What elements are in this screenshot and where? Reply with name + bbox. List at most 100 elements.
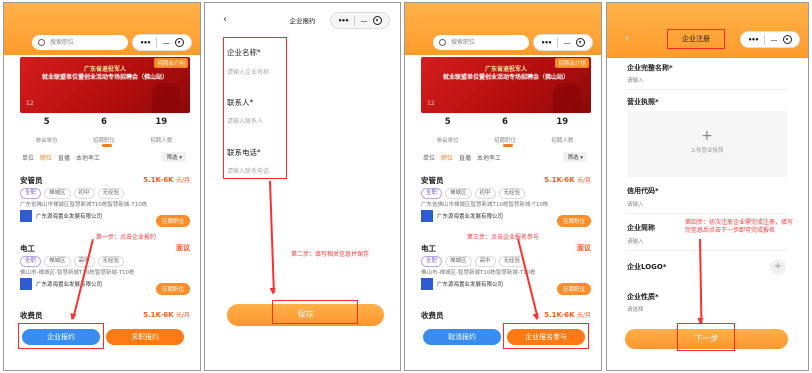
more-icon[interactable]: ••• — [748, 36, 759, 44]
full-name-input[interactable]: 请输入 — [627, 76, 644, 84]
tab-unit[interactable]: 单位 — [22, 153, 34, 162]
job-title: 电工 — [20, 244, 35, 253]
close-circle-icon[interactable] — [576, 38, 586, 47]
job-tag: 禅城区 — [44, 188, 71, 199]
close-circle-icon[interactable] — [175, 38, 185, 47]
job-card[interactable]: 收费员 5.1K-6K 元/月 — [20, 310, 190, 321]
divider — [763, 34, 765, 45]
job-card[interactable]: 安管员 5.1K-6K 元/月 全职 禅城区 初中 无经验 广东省佛山市禅城区智… — [421, 175, 591, 227]
tab-position[interactable]: 职位 — [441, 153, 453, 162]
search-icon — [439, 39, 446, 46]
nature-select[interactable]: 请选择 — [627, 305, 644, 313]
stat-item: 19 招聘人数 — [551, 117, 574, 144]
step3-note: 第三步：点击企业报名参与 — [467, 234, 540, 241]
add-logo-icon[interactable]: + — [770, 259, 786, 275]
more-icon[interactable]: ••• — [338, 17, 349, 25]
arrow-icon — [699, 238, 702, 323]
panel-step4: ‹ 企业注册 ••• — 企业完整名称* 请输入 营业执照* + 上传营业执照 信… — [606, 2, 809, 371]
short-name-input[interactable]: 请输入 — [627, 237, 644, 245]
arrow-icon — [269, 180, 275, 293]
more-icon[interactable]: ••• — [541, 39, 552, 47]
job-card[interactable]: 电工 面议 全职 禅城区 高中 无经验 佛山市-禅城区-智慧新城T10栋智慧新城… — [421, 243, 591, 295]
job-salary: 面议 — [577, 244, 591, 252]
mini-program-capsule[interactable]: ••• — — [330, 12, 390, 29]
tab-indicator — [503, 144, 513, 147]
job-address: 佛山市-禅城区-智慧新城T10栋智慧新城-T10栋 — [421, 270, 536, 276]
tutorial-canvas: 搜索职位 ••• — 招聘会介绍 广东省退役军人 就业联盟单位暨创业活动专场招聘会… — [0, 0, 812, 373]
panel-step3: 搜索职位 ••• — 招聘会介绍 广东省退役军人 就业联盟单位暨创业活动专场招聘会… — [404, 2, 602, 371]
tab-live[interactable]: 直播 — [58, 153, 70, 162]
jobseeker-reserve-button[interactable]: 求职报约 — [106, 329, 184, 345]
apply-button[interactable]: 应聘职位 — [155, 215, 190, 227]
stat-item: 5 参会单位 — [436, 117, 459, 144]
apply-button[interactable]: 应聘职位 — [556, 283, 591, 295]
stat-item: 6 招聘职位 — [92, 117, 115, 144]
event-banner[interactable]: 招聘会介绍 广东省退役军人 就业联盟单位暨创业活动专场招聘会（佛山站） 12 — [20, 57, 190, 113]
apply-button[interactable]: 应聘职位 — [155, 283, 190, 295]
filter-button[interactable]: 筛选 ▾ — [563, 152, 587, 162]
job-tags: 全职 禅城区 初中 无经验 — [421, 188, 526, 199]
job-tag: 无经验 — [97, 256, 125, 267]
close-circle-icon[interactable] — [373, 16, 383, 25]
tab-local[interactable]: 本地率工 — [477, 153, 501, 162]
job-tag: 初中 — [474, 188, 496, 199]
company-row: 广东源海置业发展有限公司 — [20, 278, 102, 290]
tab-live[interactable]: 直播 — [459, 153, 471, 162]
company-row: 广东源海置业发展有限公司 — [20, 210, 102, 222]
soldier-silhouette-icon — [553, 83, 581, 113]
company-logo-icon — [421, 210, 433, 222]
mini-program-capsule[interactable]: ••• — — [740, 31, 800, 48]
tab-local[interactable]: 本地率工 — [76, 153, 100, 162]
job-card[interactable]: 收费员 5.1K-6K 元/月 — [421, 310, 591, 321]
step2-note: 第二步：填写相关信息并保存 — [291, 251, 370, 258]
search-input[interactable]: 搜索职位 — [32, 35, 128, 50]
full-name-label: 企业完整名称* — [627, 64, 673, 72]
filter-button[interactable]: 筛选 ▾ — [162, 152, 186, 162]
divider — [627, 213, 787, 214]
mini-program-capsule[interactable]: ••• — — [132, 34, 192, 51]
credit-code-input[interactable]: 请输入 — [627, 200, 644, 208]
job-tag: 高中 — [474, 256, 496, 267]
stats-row: 5 参会单位 6 招聘职位 19 招聘人数 — [419, 117, 591, 144]
minimize-icon[interactable]: — — [163, 39, 170, 47]
nature-label: 企业性质* — [627, 293, 659, 301]
close-circle-icon[interactable] — [783, 35, 793, 44]
minimize-icon[interactable]: — — [564, 39, 571, 47]
apply-button[interactable]: 应聘职位 — [556, 215, 591, 227]
more-icon[interactable]: ••• — [140, 39, 151, 47]
job-tag: 全职 — [20, 256, 42, 267]
plus-icon: + — [701, 128, 713, 144]
job-salary: 面议 — [176, 244, 190, 252]
job-card[interactable]: 电工 面议 全职 禅城区 高中 无经验 佛山市-禅城区-智慧新城T10栋智慧新城… — [20, 243, 190, 295]
job-tag: 无经验 — [97, 188, 125, 199]
tab-indicator — [102, 144, 112, 147]
divider — [627, 250, 787, 251]
search-input[interactable]: 搜索职位 — [433, 35, 529, 50]
cancel-reserve-button[interactable]: 取消报约 — [423, 329, 501, 345]
stat-item: 19 招聘人数 — [150, 117, 173, 144]
job-address: 广东省佛山市禅城区智慧新城T10栋智慧新城-T10栋 — [20, 202, 148, 208]
minimize-icon[interactable]: — — [361, 17, 368, 25]
job-tag: 初中 — [73, 188, 95, 199]
banner-line2: 就业联盟单位暨创业活动专场招聘会（佛山站） — [442, 74, 569, 81]
mini-program-capsule[interactable]: ••• — — [533, 34, 593, 51]
divider — [627, 89, 787, 90]
job-salary: 5.1K-6K 元/月 — [544, 176, 591, 184]
tab-position[interactable]: 职位 — [40, 153, 52, 162]
step4-note: 第四步：初次注册企业需完成注册，填写完信息后点击下一步即可完成报名 — [685, 219, 794, 234]
highlight-box — [677, 323, 735, 351]
divider — [353, 15, 355, 26]
job-address: 广东省佛山市禅城区智慧新城T10栋智慧新城-T10栋 — [421, 202, 549, 208]
minimize-icon[interactable]: — — [771, 36, 778, 44]
tab-unit[interactable]: 单位 — [423, 153, 435, 162]
divider — [556, 37, 558, 48]
job-tag: 禅城区 — [445, 256, 472, 267]
company-row: 广东源海置业发展有限公司 — [421, 278, 503, 290]
job-card[interactable]: 安管员 5.1K-6K 元/月 全职 禅城区 初中 无经验 广东省佛山市禅城区智… — [20, 175, 190, 227]
job-salary: 5.1K-6K 元/月 — [143, 176, 190, 184]
job-address: 佛山市-禅城区-智慧新城T10栋智慧新城-T10栋 — [20, 270, 135, 276]
back-icon[interactable]: ‹ — [625, 33, 629, 44]
license-upload[interactable]: + 上传营业执照 — [627, 111, 787, 177]
stats-row: 5 参会单位 6 招聘职位 19 招聘人数 — [18, 117, 190, 144]
event-banner[interactable]: 招聘会介绍 广东省退役军人 就业联盟单位暨创业活动专场招聘会（佛山站） 12 — [421, 57, 591, 113]
